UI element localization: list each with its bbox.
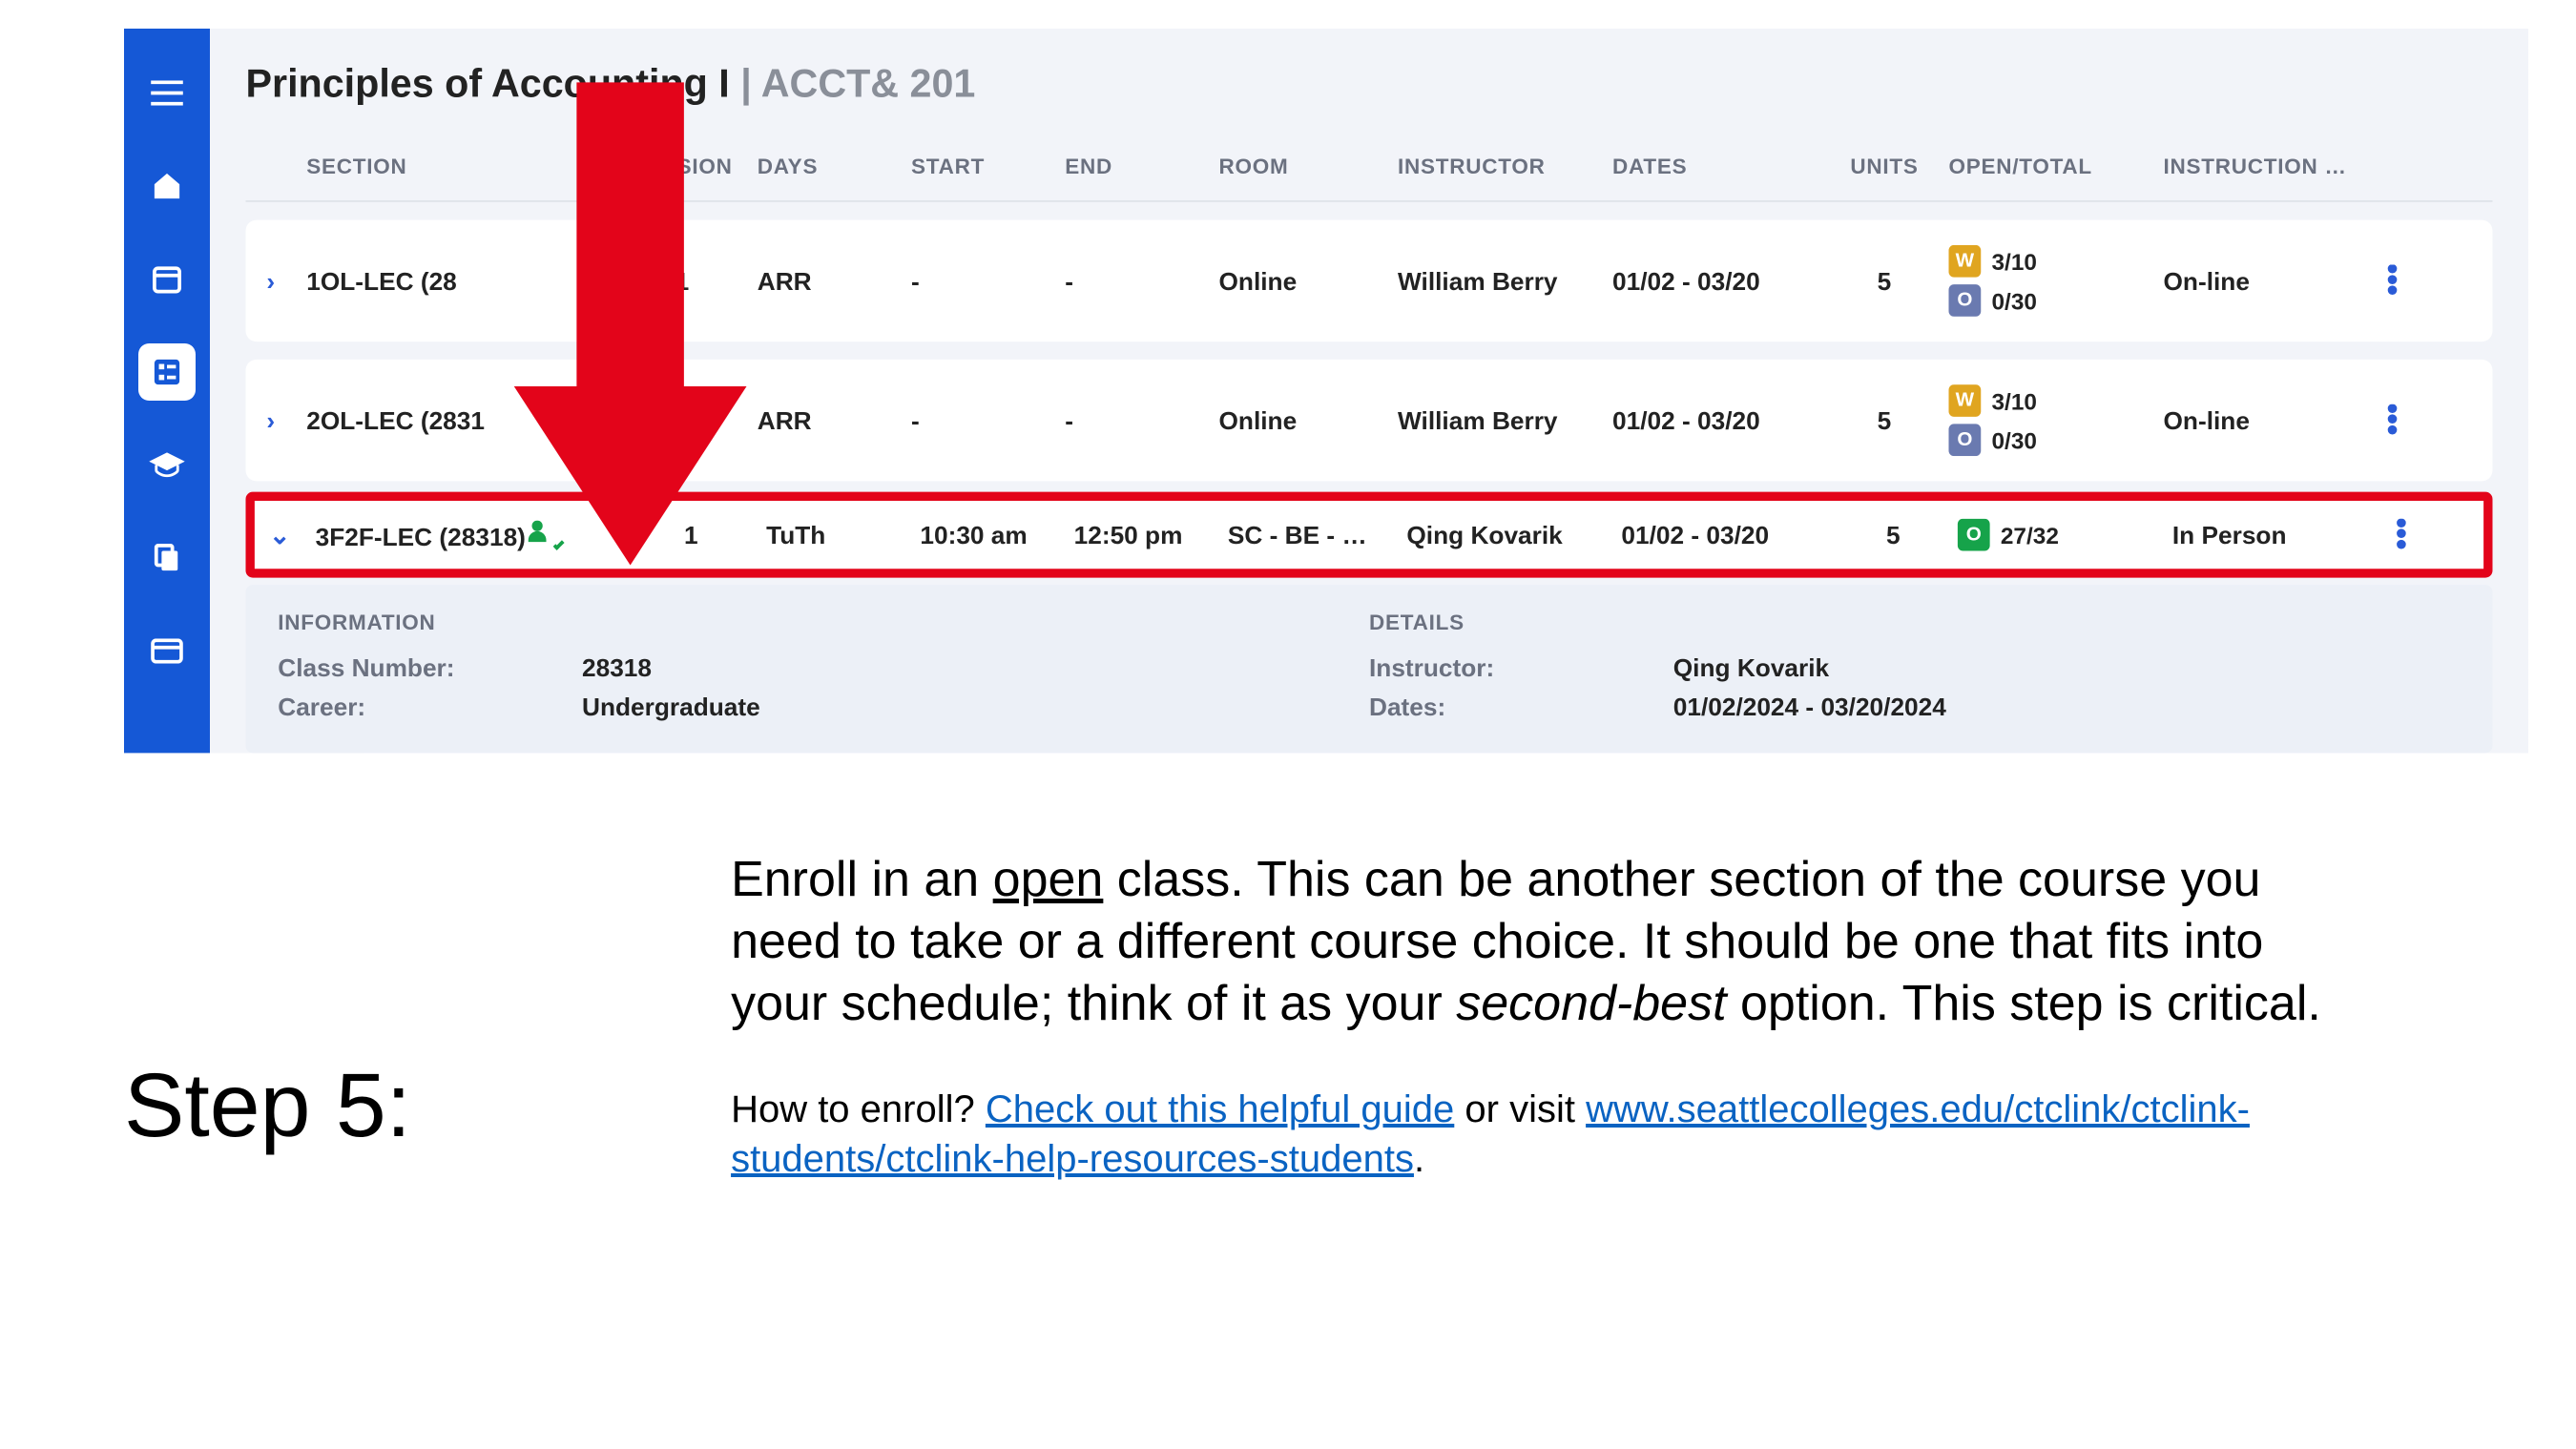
course-code: ACCT& 201 (761, 61, 976, 106)
table-row[interactable]: ›2OL-LEC (28311ARR--OnlineWilliam Berry0… (246, 360, 2493, 482)
col-section: SECTION (296, 154, 618, 178)
cell-open-total: W3/10O0/30 (1938, 245, 2152, 317)
more-options-icon[interactable]: ••• (2379, 265, 2407, 298)
details-panel: INFORMATION Class Number: 28318 Career: … (246, 585, 2493, 753)
cell-units: 5 (1839, 521, 1947, 549)
col-mode: INSTRUCTION MODE (2152, 154, 2367, 178)
home-icon[interactable] (138, 157, 196, 215)
cell-units: 5 (1831, 266, 1939, 295)
cell-dates: 01/02 - 03/20 (1610, 521, 1839, 549)
cell-session: 1 (618, 406, 747, 435)
open-badge-icon: O (1958, 519, 1990, 551)
more-options-icon[interactable]: ••• (2387, 519, 2416, 551)
step-label: Step 5: (124, 1054, 411, 1158)
col-instructor: INSTRUCTOR (1387, 154, 1602, 178)
instruction-paragraph-2: How to enroll? Check out this helpful gu… (731, 1085, 2337, 1184)
cell-mode: In Person (2162, 521, 2377, 549)
cell-start: - (901, 406, 1054, 435)
class-number-label: Class Number: (278, 652, 582, 681)
sidebar-nav (124, 29, 210, 753)
cell-room: SC - BE - G… (1217, 521, 1397, 549)
open-badge-icon: O (1949, 424, 1982, 456)
list-icon[interactable] (138, 343, 196, 401)
cell-start: 10:30 am (909, 521, 1063, 549)
cell-open-total: O27/32 (1947, 519, 2162, 551)
cell-days: ARR (747, 266, 901, 295)
cell-open-total: W3/10O0/30 (1938, 384, 2152, 456)
table-row[interactable]: ⌄ 3F2F-LEC (28318)1TuTh10:30 am12:50 pmSC… (246, 492, 2493, 578)
information-heading: INFORMATION (278, 610, 1369, 634)
col-session: SESSION (618, 154, 747, 178)
graduation-icon[interactable] (138, 437, 196, 494)
instructor-label: Instructor: (1369, 652, 1673, 681)
page-title: Principles of Accounting I | ACCT& 201 (246, 61, 2493, 108)
table-header: SECTION SESSION DAYS START END ROOM INST… (246, 136, 2493, 202)
cell-instructor: William Berry (1387, 266, 1602, 295)
career-label: Career: (278, 693, 582, 721)
cell-session: 1 (618, 266, 747, 295)
col-units: UNITS (1831, 154, 1939, 178)
career-value: Undergraduate (582, 693, 760, 721)
cell-section: 2OL-LEC (2831 (296, 406, 618, 435)
col-open-total: OPEN/TOTAL (1938, 154, 2152, 178)
waitlist-badge-icon: W (1949, 245, 1982, 278)
cell-section: 3F2F-LEC (28318) (304, 520, 627, 550)
cell-dates: 01/02 - 03/20 (1602, 266, 1831, 295)
instructor-value: Qing Kovarik (1673, 652, 1829, 681)
dates-value: 01/02/2024 - 03/20/2024 (1673, 693, 1946, 721)
copy-icon[interactable] (138, 529, 196, 587)
chevron-right-icon[interactable]: › (257, 266, 285, 295)
cell-instructor: Qing Kovarik (1396, 521, 1610, 549)
instruction-block: Step 5: Enroll in an open class. This ca… (124, 849, 2337, 1184)
more-options-icon[interactable]: ••• (2379, 404, 2407, 437)
waitlist-badge-icon: W (1949, 384, 1982, 417)
guide-link[interactable]: Check out this helpful guide (986, 1088, 1454, 1130)
chevron-down-icon[interactable]: ⌄ (265, 520, 294, 550)
menu-icon[interactable] (138, 65, 196, 122)
col-dates: DATES (1602, 154, 1831, 178)
cell-start: - (901, 266, 1054, 295)
col-room: ROOM (1208, 154, 1387, 178)
course-title: Principles of Accounting I (246, 61, 730, 106)
cell-units: 5 (1831, 406, 1939, 435)
cell-mode: On-line (2152, 266, 2367, 295)
table-row[interactable]: ›1OL-LEC (281ARR--OnlineWilliam Berry01/… (246, 220, 2493, 342)
cell-session: 1 (627, 521, 756, 549)
calendar-icon[interactable] (138, 251, 196, 308)
details-heading: DETAILS (1369, 610, 2461, 634)
open-badge-icon: O (1949, 284, 1982, 317)
col-days: DAYS (747, 154, 901, 178)
person-check-icon (532, 520, 561, 545)
cell-instructor: William Berry (1387, 406, 1602, 435)
chevron-right-icon[interactable]: › (257, 406, 285, 435)
col-start: START (901, 154, 1054, 178)
cell-days: ARR (747, 406, 901, 435)
card-icon[interactable] (138, 623, 196, 680)
cell-days: TuTh (756, 521, 909, 549)
cell-section: 1OL-LEC (28 (296, 266, 618, 295)
main-panel: Principles of Accounting I | ACCT& 201 S… (210, 29, 2528, 753)
cell-dates: 01/02 - 03/20 (1602, 406, 1831, 435)
cell-room: Online (1208, 266, 1387, 295)
col-end: END (1054, 154, 1208, 178)
dates-label: Dates: (1369, 693, 1673, 721)
cell-mode: On-line (2152, 406, 2367, 435)
cell-end: - (1054, 406, 1208, 435)
cell-room: Online (1208, 406, 1387, 435)
app-window: Principles of Accounting I | ACCT& 201 S… (124, 29, 2528, 753)
cell-end: 12:50 pm (1063, 521, 1216, 549)
class-number-value: 28318 (582, 652, 652, 681)
cell-end: - (1054, 266, 1208, 295)
instruction-paragraph-1: Enroll in an open class. This can be ano… (731, 849, 2337, 1035)
